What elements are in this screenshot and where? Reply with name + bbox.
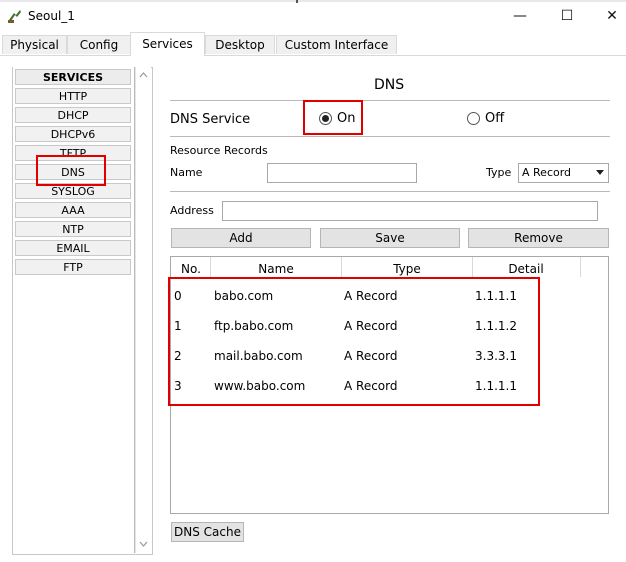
column-header-no[interactable]: No. [172, 262, 210, 276]
column-header-detail[interactable]: Detail [473, 262, 579, 276]
scroll-up-icon[interactable] [139, 72, 148, 78]
records-highlight-box [168, 277, 540, 406]
minimize-button[interactable]: — [509, 6, 531, 26]
scroll-down-icon[interactable] [139, 541, 148, 547]
column-separator [580, 257, 581, 277]
column-header-type[interactable]: Type [342, 262, 472, 276]
services-header: SERVICES [15, 69, 131, 85]
type-select[interactable]: A Record [518, 163, 609, 183]
service-dhcpv6[interactable]: DHCPv6 [15, 126, 131, 142]
name-input[interactable] [267, 163, 417, 183]
address-input[interactable] [222, 201, 598, 221]
divider-name [170, 191, 610, 192]
window-title: Seoul_1 [28, 9, 75, 23]
title-bar [0, 0, 626, 32]
service-email[interactable]: EMAIL [15, 240, 131, 256]
remove-button[interactable]: Remove [468, 228, 609, 248]
tab-services[interactable]: Services [130, 32, 205, 56]
type-select-value: A Record [522, 166, 572, 179]
top-border [0, 0, 626, 3]
maximize-button[interactable]: ☐ [556, 6, 578, 26]
dns-title: DNS [374, 77, 405, 93]
save-button[interactable]: Save [320, 228, 460, 248]
dns-off-radio[interactable] [467, 112, 480, 125]
divider-service [170, 136, 610, 137]
dns-off-label[interactable]: Off [485, 111, 504, 126]
app-icon [7, 8, 23, 24]
name-label: Name [170, 166, 203, 179]
type-label: Type [486, 166, 512, 179]
close-button[interactable]: ✕ [601, 6, 623, 26]
address-label: Address [170, 204, 214, 217]
service-http[interactable]: HTTP [15, 88, 131, 104]
dns-service-label: DNS Service [170, 112, 251, 127]
tab-desktop[interactable]: Desktop [205, 35, 275, 54]
resource-records-label: Resource Records [170, 144, 268, 157]
on-highlight-box [303, 100, 363, 135]
service-ntp[interactable]: NTP [15, 221, 131, 237]
services-scrollbar[interactable] [135, 67, 151, 553]
service-dhcp[interactable]: DHCP [15, 107, 131, 123]
column-header-name[interactable]: Name [211, 262, 341, 276]
tab-custom-interface[interactable]: Custom Interface [276, 35, 397, 54]
service-ftp[interactable]: FTP [15, 259, 131, 275]
tab-config[interactable]: Config [67, 35, 131, 54]
dns-highlight-box [36, 155, 106, 186]
tab-physical[interactable]: Physical [2, 35, 67, 54]
chevron-down-icon [596, 170, 604, 175]
add-button[interactable]: Add [171, 228, 311, 248]
dns-cache-button[interactable]: DNS Cache [171, 522, 244, 542]
divider-top [170, 100, 610, 101]
service-aaa[interactable]: AAA [15, 202, 131, 218]
